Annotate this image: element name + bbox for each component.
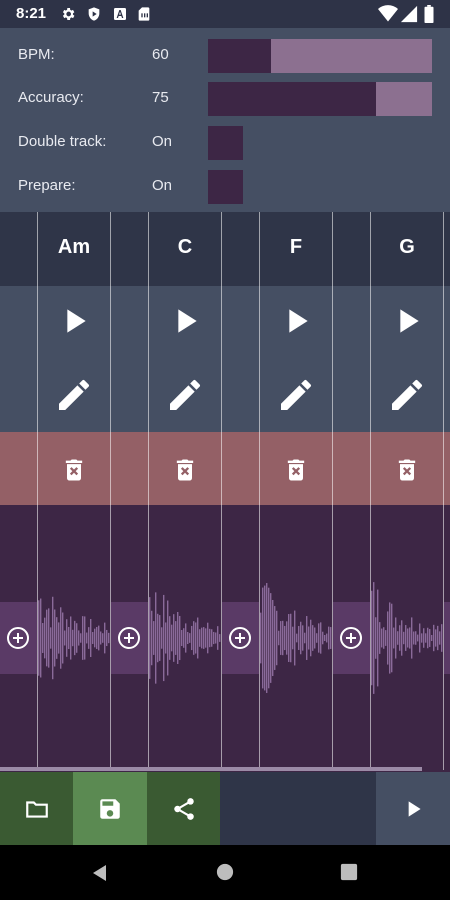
- chord-name-c[interactable]: C: [148, 236, 222, 259]
- bpm-slider-fill: [208, 39, 271, 73]
- play-icon: [408, 800, 421, 817]
- wifi-icon: [378, 5, 398, 22]
- chord-name-am[interactable]: Am: [37, 236, 111, 259]
- add-circle-icon[interactable]: [228, 626, 252, 650]
- delete-icon[interactable]: [171, 456, 199, 484]
- back-icon[interactable]: [90, 863, 110, 883]
- column-divider: [370, 212, 371, 770]
- accuracy-value: 75: [152, 89, 169, 106]
- sim-card-icon: [138, 7, 150, 21]
- delete-icon[interactable]: [393, 456, 421, 484]
- prepare-toggle[interactable]: [208, 170, 243, 204]
- battery-icon: [424, 5, 434, 23]
- open-button[interactable]: [0, 772, 73, 845]
- font-icon: [114, 8, 126, 20]
- column-divider: [110, 212, 111, 770]
- double-track-label: Double track:: [18, 133, 107, 150]
- play-icon[interactable]: [387, 301, 427, 341]
- play-icon[interactable]: [165, 301, 205, 341]
- column-divider: [37, 212, 38, 770]
- save-icon: [100, 798, 120, 819]
- column-divider: [443, 212, 444, 770]
- chord-name-g[interactable]: G: [370, 236, 444, 259]
- chord-grid[interactable]: Am C F G: [0, 212, 450, 772]
- pencil-icon[interactable]: [54, 375, 94, 415]
- add-circle-icon[interactable]: [6, 626, 30, 650]
- pencil-icon[interactable]: [165, 375, 205, 415]
- double-track-toggle[interactable]: [208, 126, 243, 160]
- pencil-icon[interactable]: [387, 375, 427, 415]
- delete-icon[interactable]: [60, 456, 88, 484]
- play-icon[interactable]: [276, 301, 316, 341]
- horizontal-scrollbar[interactable]: [0, 767, 422, 771]
- prepare-value: On: [152, 177, 173, 194]
- navigation-bar: [0, 845, 450, 900]
- prepare-row: Prepare: On: [0, 168, 450, 204]
- home-icon[interactable]: [216, 863, 234, 881]
- column-divider: [148, 212, 149, 770]
- settings-panel: BPM: 60 Accuracy: 75 Double track: On Pr…: [0, 28, 450, 212]
- prepare-label: Prepare:: [18, 177, 76, 194]
- play-icon[interactable]: [54, 301, 94, 341]
- double-track-row: Double track: On: [0, 124, 450, 160]
- recents-icon[interactable]: [340, 863, 358, 881]
- status-bar: 8:21: [0, 0, 450, 28]
- add-circle-icon[interactable]: [117, 626, 141, 650]
- toolbar-spacer: [220, 772, 376, 845]
- share-button[interactable]: [147, 772, 220, 845]
- chord-name-f[interactable]: F: [259, 236, 333, 259]
- accuracy-row: Accuracy: 75: [0, 80, 450, 116]
- shield-icon: [88, 7, 100, 21]
- bpm-label: BPM:: [18, 46, 55, 63]
- delete-icon[interactable]: [282, 456, 310, 484]
- double-track-value: On: [152, 133, 173, 150]
- bottom-toolbar: [0, 772, 450, 845]
- accuracy-label: Accuracy:: [18, 89, 84, 106]
- accuracy-slider-fill: [208, 82, 376, 116]
- waveform: [38, 582, 443, 694]
- bpm-row: BPM: 60: [0, 37, 450, 73]
- add-circle-icon[interactable]: [339, 626, 363, 650]
- share-icon: [173, 797, 194, 820]
- save-button[interactable]: [73, 772, 147, 845]
- play-all-button[interactable]: [376, 772, 450, 845]
- status-time: 8:21: [16, 5, 47, 22]
- pencil-icon[interactable]: [276, 375, 316, 415]
- folder-icon: [25, 800, 48, 818]
- bpm-value: 60: [152, 46, 169, 63]
- signal-icon: [400, 5, 418, 23]
- column-divider: [332, 212, 333, 770]
- column-divider: [221, 212, 222, 770]
- gear-icon: [62, 8, 75, 20]
- column-divider: [259, 212, 260, 770]
